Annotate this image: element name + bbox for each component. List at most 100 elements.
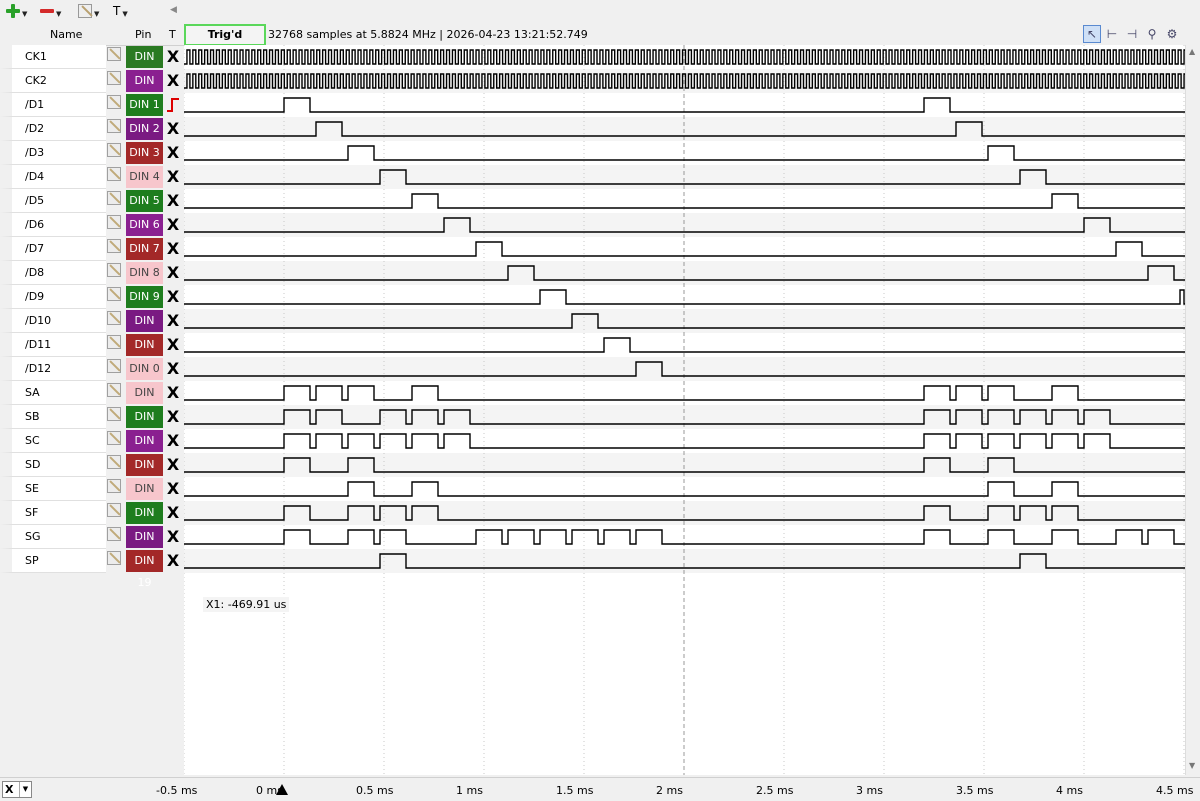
- channel-pin[interactable]: DIN 19: [126, 550, 163, 589]
- vertical-scrollbar[interactable]: ▲ ▼: [1185, 45, 1200, 775]
- scroll-left-icon[interactable]: ◀: [170, 5, 177, 15]
- edit-pen-icon[interactable]: [107, 383, 121, 397]
- channel-name-cell[interactable]: CK2: [0, 69, 106, 93]
- edit-pen-icon[interactable]: [107, 95, 121, 109]
- channel-name-cell[interactable]: /D8: [0, 261, 106, 285]
- no-trigger-icon[interactable]: X: [164, 382, 182, 404]
- channel-pin[interactable]: DIN 3: [126, 142, 163, 164]
- scroll-down-icon[interactable]: ▼: [1189, 761, 1195, 770]
- settings-icon[interactable]: ⚙: [1163, 25, 1181, 43]
- channel-name-cell[interactable]: /D12: [0, 357, 106, 381]
- channel-pin[interactable]: DIN 7: [126, 238, 163, 260]
- no-trigger-icon[interactable]: X: [164, 286, 182, 308]
- edit-pen-icon[interactable]: [107, 215, 121, 229]
- edit-pen-icon[interactable]: [107, 287, 121, 301]
- channel-name-cell[interactable]: /D3: [0, 141, 106, 165]
- channel-name-cell[interactable]: SE: [0, 477, 106, 501]
- edit-pen-icon[interactable]: [107, 119, 121, 133]
- no-trigger-icon[interactable]: X: [164, 262, 182, 284]
- trigger-marker-icon[interactable]: [276, 784, 288, 795]
- no-trigger-icon[interactable]: X: [164, 46, 182, 68]
- channel-name-cell[interactable]: /D4: [0, 165, 106, 189]
- no-trigger-icon[interactable]: X: [164, 310, 182, 332]
- channel-pin[interactable]: DIN 13: [126, 406, 163, 445]
- edit-pen-icon[interactable]: [107, 527, 121, 541]
- no-trigger-icon[interactable]: X: [164, 526, 182, 548]
- no-trigger-icon[interactable]: X: [164, 478, 182, 500]
- pointer-tool-icon[interactable]: ↖: [1083, 25, 1101, 43]
- channel-name-cell[interactable]: /D9: [0, 285, 106, 309]
- channel-pin[interactable]: DIN 16: [126, 478, 163, 517]
- channel-pin[interactable]: DIN 8: [126, 262, 163, 284]
- edit-channel-button[interactable]: ▼: [78, 2, 99, 20]
- channel-name-cell[interactable]: SG: [0, 525, 106, 549]
- channel-pin[interactable]: DIN 22: [126, 70, 163, 109]
- channel-pin[interactable]: DIN 15: [126, 454, 163, 493]
- cursor-selector[interactable]: X ▼: [2, 781, 32, 798]
- channel-name-cell[interactable]: /D2: [0, 117, 106, 141]
- edit-pen-icon[interactable]: [107, 311, 121, 325]
- channel-pin[interactable]: DIN 4: [126, 166, 163, 188]
- no-trigger-icon[interactable]: X: [164, 406, 182, 428]
- channel-name-cell[interactable]: /D11: [0, 333, 106, 357]
- edit-pen-icon[interactable]: [107, 71, 121, 85]
- channel-pin[interactable]: DIN 17: [126, 502, 163, 541]
- edit-pen-icon[interactable]: [107, 239, 121, 253]
- channel-name-cell[interactable]: SA: [0, 381, 106, 405]
- no-trigger-icon[interactable]: X: [164, 238, 182, 260]
- no-trigger-icon[interactable]: X: [164, 118, 182, 140]
- channel-name-cell[interactable]: /D1: [0, 93, 106, 117]
- cursor-x1-icon[interactable]: ⊢: [1103, 25, 1121, 43]
- edit-pen-icon[interactable]: [107, 143, 121, 157]
- channel-pin[interactable]: DIN 10: [126, 310, 163, 349]
- no-trigger-icon[interactable]: X: [164, 190, 182, 212]
- channel-pin[interactable]: DIN 5: [126, 190, 163, 212]
- edit-pen-icon[interactable]: [107, 191, 121, 205]
- channel-pin[interactable]: DIN 6: [126, 214, 163, 236]
- cursor-x2-icon[interactable]: ⊣: [1123, 25, 1141, 43]
- channel-pin[interactable]: DIN 9: [126, 286, 163, 308]
- edit-pen-icon[interactable]: [107, 551, 121, 565]
- channel-name-cell[interactable]: SC: [0, 429, 106, 453]
- channel-pin[interactable]: DIN 18: [126, 526, 163, 565]
- no-trigger-icon[interactable]: X: [164, 358, 182, 380]
- channel-pin[interactable]: DIN 11: [126, 334, 163, 373]
- no-trigger-icon[interactable]: X: [164, 502, 182, 524]
- edit-pen-icon[interactable]: [107, 407, 121, 421]
- channel-pin[interactable]: DIN 12: [126, 382, 163, 421]
- add-channel-button[interactable]: ▼: [6, 2, 27, 20]
- waveform-area[interactable]: [183, 45, 1185, 775]
- channel-pin[interactable]: DIN 0: [126, 358, 163, 380]
- edit-pen-icon[interactable]: [107, 335, 121, 349]
- channel-name-cell[interactable]: /D6: [0, 213, 106, 237]
- rising-edge-trigger-icon[interactable]: [164, 94, 182, 116]
- channel-name-cell[interactable]: /D7: [0, 237, 106, 261]
- no-trigger-icon[interactable]: X: [164, 334, 182, 356]
- channel-pin[interactable]: DIN 14: [126, 430, 163, 469]
- no-trigger-icon[interactable]: X: [164, 454, 182, 476]
- channel-pin[interactable]: DIN 2: [126, 118, 163, 140]
- channel-name-cell[interactable]: /D5: [0, 189, 106, 213]
- channel-name-cell[interactable]: CK1: [0, 45, 106, 69]
- channel-pin[interactable]: DIN 1: [126, 94, 163, 116]
- channel-pin[interactable]: DIN 21: [126, 46, 163, 85]
- trigger-menu-button[interactable]: T ▼: [113, 2, 128, 20]
- no-trigger-icon[interactable]: X: [164, 142, 182, 164]
- channel-name-cell[interactable]: SD: [0, 453, 106, 477]
- edit-pen-icon[interactable]: [107, 479, 121, 493]
- no-trigger-icon[interactable]: X: [164, 430, 182, 452]
- edit-pen-icon[interactable]: [107, 47, 121, 61]
- channel-name-cell[interactable]: SF: [0, 501, 106, 525]
- edit-pen-icon[interactable]: [107, 503, 121, 517]
- edit-pen-icon[interactable]: [107, 431, 121, 445]
- no-trigger-icon[interactable]: X: [164, 70, 182, 92]
- no-trigger-icon[interactable]: X: [164, 550, 182, 572]
- edit-pen-icon[interactable]: [107, 167, 121, 181]
- no-trigger-icon[interactable]: X: [164, 166, 182, 188]
- edit-pen-icon[interactable]: [107, 455, 121, 469]
- channel-name-cell[interactable]: SB: [0, 405, 106, 429]
- edit-pen-icon[interactable]: [107, 263, 121, 277]
- edit-pen-icon[interactable]: [107, 359, 121, 373]
- channel-name-cell[interactable]: /D10: [0, 309, 106, 333]
- remove-channel-button[interactable]: ▼: [40, 2, 61, 20]
